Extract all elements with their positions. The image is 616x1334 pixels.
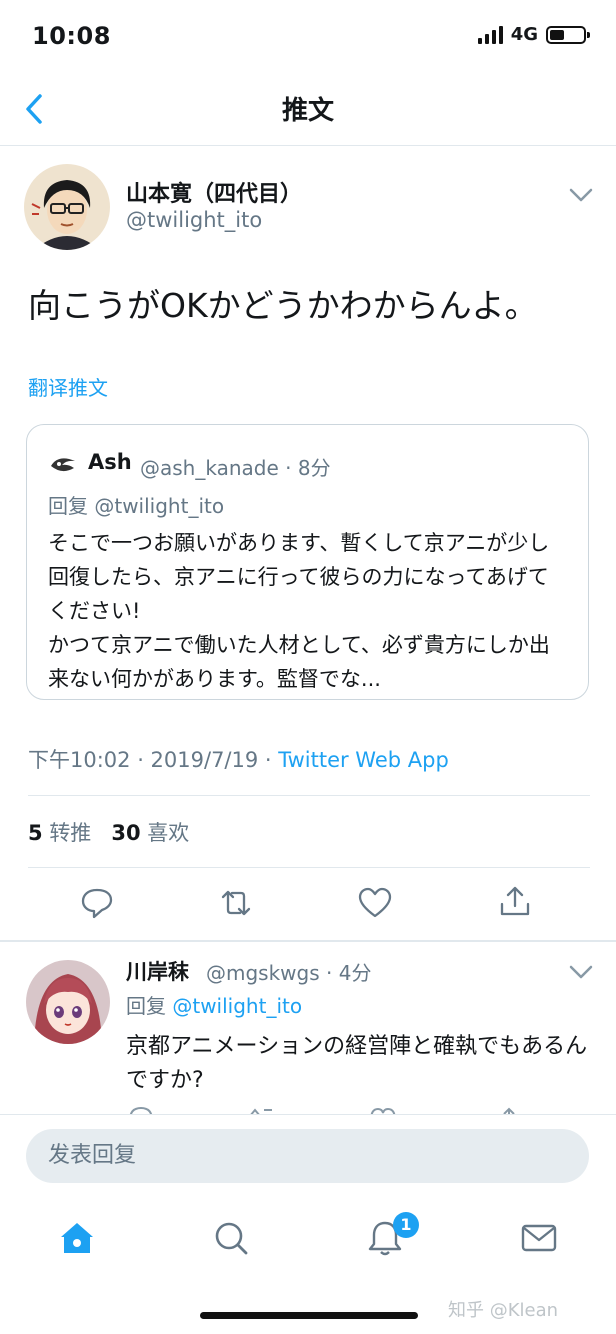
divider	[28, 795, 590, 796]
quote-reply-to: 回复 @twilight_ito	[48, 490, 224, 519]
tweet-text: 向こうがOKかどうかわからんよ。	[28, 286, 538, 325]
reply-prefix: 回复	[48, 494, 88, 518]
retweet-icon[interactable]	[219, 886, 253, 920]
network-type: 4G	[510, 24, 538, 45]
retweet-count: 5	[28, 821, 43, 845]
divider	[28, 867, 590, 868]
reply-author-name[interactable]: 川岸秣	[126, 956, 189, 986]
tweet-timestamp: 下午10:02 · 2019/7/19 · Twitter Web App	[28, 744, 449, 774]
notification-badge: 1	[393, 1212, 419, 1238]
status-indicators: 4G	[477, 24, 590, 45]
reply-handle[interactable]: @twilight_ito	[172, 994, 302, 1018]
chevron-down-icon[interactable]	[568, 963, 594, 981]
home-indicator[interactable]	[200, 1312, 418, 1319]
status-time: 10:08	[32, 22, 111, 50]
divider	[0, 145, 616, 146]
retweet-label: 转推	[49, 821, 92, 845]
reply-handle: @twilight_ito	[94, 494, 225, 518]
home-icon[interactable]	[57, 1218, 97, 1258]
chevron-down-icon[interactable]	[568, 186, 594, 204]
reply-text: 京都アニメーションの経営陣と確執でもあるんですか?	[126, 1034, 588, 1093]
divider	[0, 940, 616, 942]
messages-icon[interactable]	[519, 1218, 559, 1258]
timestamp-text: 下午10:02 · 2019/7/19 ·	[28, 748, 279, 772]
translate-link[interactable]: 翻译推文	[28, 372, 108, 401]
tweet-stats[interactable]: 5 转推 30 喜欢	[28, 817, 189, 847]
reply-prefix: 回复	[126, 994, 166, 1018]
watermark: 知乎 @Klean	[448, 1300, 559, 1321]
reply-author-meta[interactable]: @mgskwgs · 4分	[206, 957, 371, 986]
quote-avatar	[48, 449, 78, 479]
source-link[interactable]: Twitter Web App	[278, 748, 449, 772]
reply-to: 回复 @twilight_ito	[126, 990, 302, 1019]
reply-icon[interactable]	[80, 886, 114, 920]
battery-icon	[546, 25, 590, 44]
signal-icon	[477, 25, 503, 44]
author-handle[interactable]: @twilight_ito	[126, 208, 262, 232]
reply-compose-field[interactable]: 发表回复	[26, 1129, 589, 1183]
page-title: 推文	[281, 96, 334, 126]
author-avatar[interactable]	[24, 164, 110, 250]
search-icon[interactable]	[211, 1218, 251, 1258]
quote-author-name: Ash	[88, 450, 132, 474]
divider	[0, 1114, 616, 1115]
quote-author-meta: @ash_kanade · 8分	[140, 456, 331, 480]
like-label: 喜欢	[147, 821, 190, 845]
author-name[interactable]: 山本寛（四代目）	[126, 176, 302, 208]
like-count: 30	[111, 821, 141, 845]
like-icon[interactable]	[358, 886, 392, 920]
quote-text: そこで一つお願いがあります、暫くして京アニが少し回復したら、京アニに行って彼らの…	[48, 531, 550, 691]
share-icon[interactable]	[498, 884, 532, 918]
reply-author-avatar[interactable]	[26, 960, 110, 1044]
